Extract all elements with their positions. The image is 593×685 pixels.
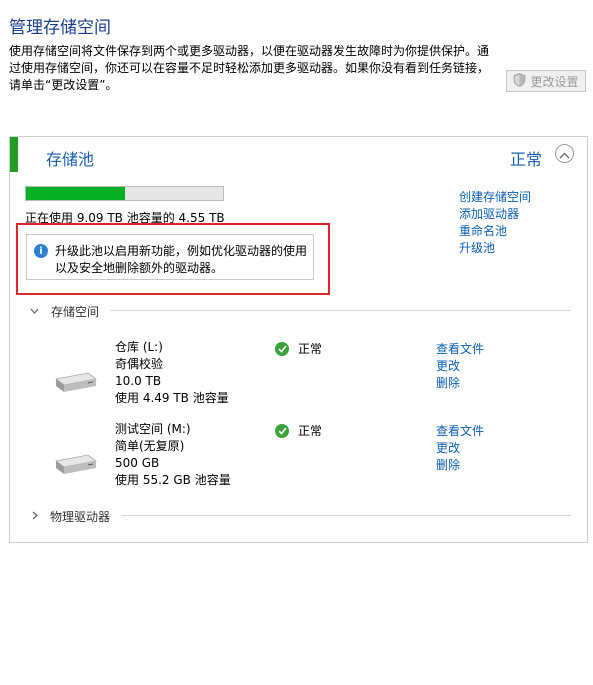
chevron-down-icon <box>30 306 39 317</box>
check-icon <box>275 423 289 438</box>
upgrade-pool-link[interactable]: 升级池 <box>459 239 495 256</box>
drive-icon <box>52 453 98 479</box>
storage-spaces-header: 存储空间 <box>51 305 100 319</box>
space-used: 使用 4.49 TB 池容量 <box>115 391 229 405</box>
check-icon <box>275 341 289 356</box>
description-line-3: 请单击“更改设置”。 <box>9 78 118 92</box>
pool-status: 正常 <box>510 150 543 169</box>
space-resiliency: 简单(无复原) <box>115 439 185 453</box>
space-resiliency: 奇偶校验 <box>115 357 164 371</box>
change-settings-label: 更改设置 <box>530 74 579 89</box>
change-space-link[interactable]: 更改 <box>436 357 460 374</box>
add-drives-link[interactable]: 添加驱动器 <box>459 205 519 222</box>
highlight-annotation <box>16 223 330 295</box>
space-status: 正常 <box>275 340 322 357</box>
space-used: 使用 55.2 GB 池容量 <box>115 473 231 487</box>
space-size: 500 GB <box>115 456 160 470</box>
space-size: 10.0 TB <box>115 374 162 388</box>
delete-space-link[interactable]: 删除 <box>436 374 460 391</box>
space-status-label: 正常 <box>298 342 323 356</box>
description-line-2: 过使用存储空间，你还可以在容量不足时轻松添加更多驱动器。如果你没有看到任务链接， <box>9 61 490 75</box>
space-status: 正常 <box>275 422 322 439</box>
change-settings-button[interactable]: 更改设置 <box>506 70 586 92</box>
pool-accent-bar <box>10 137 18 172</box>
view-files-link[interactable]: 查看文件 <box>436 422 484 439</box>
storage-space-item: 测试空间 (M:) 简单(无复原) 500 GB 使用 55.2 GB 池容量 <box>115 421 231 489</box>
pool-usage-bar <box>25 186 224 201</box>
storage-pool-panel: 存储池 正常 正在使用 9.09 TB 池容量的 4.55 TB i 升级此池以… <box>9 136 588 543</box>
pool-title: 存储池 <box>46 150 95 169</box>
chevron-right-icon <box>32 511 38 523</box>
physical-drives-header: 物理驱动器 <box>50 510 111 524</box>
chevron-up-icon <box>559 144 570 163</box>
create-storage-space-link[interactable]: 创建存储空间 <box>459 188 531 205</box>
pool-usage-fill <box>26 187 125 200</box>
rename-pool-link[interactable]: 重命名池 <box>459 222 507 239</box>
storage-spaces-toggle[interactable]: 存储空间 <box>30 303 99 320</box>
space-status-label: 正常 <box>298 424 323 438</box>
section-divider <box>122 515 571 516</box>
storage-space-item: 仓库 (L:) 奇偶校验 10.0 TB 使用 4.49 TB 池容量 <box>115 339 229 407</box>
space-name: 测试空间 (M:) <box>115 422 191 436</box>
view-files-link[interactable]: 查看文件 <box>436 340 484 357</box>
drive-icon <box>52 371 98 397</box>
description-line-1: 使用存储空间将文件保存到两个或更多驱动器，以便在驱动器发生故障时为你提供保护。通 <box>9 44 490 58</box>
change-space-link[interactable]: 更改 <box>436 439 460 456</box>
shield-icon <box>513 72 526 90</box>
delete-space-link[interactable]: 删除 <box>436 456 460 473</box>
page-title: 管理存储空间 <box>9 18 111 38</box>
collapse-button[interactable] <box>555 144 574 163</box>
space-name: 仓库 (L:) <box>115 340 163 354</box>
section-divider <box>110 310 571 311</box>
physical-drives-toggle[interactable]: 物理驱动器 <box>32 508 110 525</box>
